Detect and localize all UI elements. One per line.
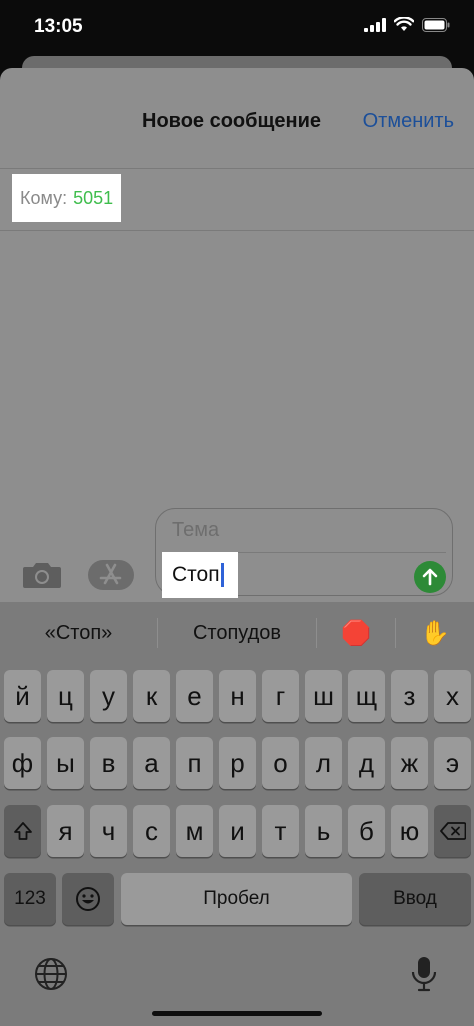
suggestion-bar: «Стоп» Стопудов 🛑 ✋	[0, 602, 474, 664]
key[interactable]: ы	[47, 737, 84, 789]
key[interactable]: б	[348, 805, 385, 857]
key[interactable]: ч	[90, 805, 127, 857]
emoji-icon	[76, 887, 100, 911]
key[interactable]: с	[133, 805, 170, 857]
home-indicator	[152, 1011, 322, 1016]
key[interactable]: х	[434, 670, 471, 722]
return-key[interactable]: Ввод	[359, 873, 471, 925]
suggestion-item[interactable]: Стопудов	[158, 602, 316, 664]
key[interactable]: о	[262, 737, 299, 789]
divider	[0, 230, 474, 231]
key[interactable]: ж	[391, 737, 428, 789]
key[interactable]: у	[90, 670, 127, 722]
key[interactable]: ф	[4, 737, 41, 789]
recipient-field[interactable]: Кому: 5051	[12, 174, 122, 222]
key[interactable]: е	[176, 670, 213, 722]
keyboard: «Стоп» Стопудов 🛑 ✋ й ц у к е н г ш щ з …	[0, 602, 474, 1026]
dictation-button[interactable]	[411, 955, 437, 998]
recipient-label: Кому:	[20, 187, 68, 208]
status-bar: 13:05	[0, 0, 474, 56]
camera-icon	[23, 563, 61, 588]
key[interactable]: л	[305, 737, 342, 789]
key[interactable]: э	[434, 737, 471, 789]
status-time: 13:05	[34, 16, 83, 37]
camera-button[interactable]	[22, 560, 62, 595]
globe-button[interactable]	[34, 957, 68, 996]
subject-field[interactable]: Тема	[172, 519, 219, 542]
message-text: Стоп	[172, 563, 220, 586]
globe-icon	[35, 958, 67, 990]
key[interactable]: а	[133, 737, 170, 789]
key[interactable]: г	[262, 670, 299, 722]
key[interactable]: н	[219, 670, 256, 722]
shift-icon	[13, 822, 32, 840]
space-key[interactable]: Пробел	[121, 873, 352, 925]
suggestion-item[interactable]: 🛑	[317, 602, 395, 664]
app-store-button[interactable]	[88, 560, 134, 590]
key[interactable]: п	[176, 737, 213, 789]
page-title: Новое сообщение	[142, 110, 321, 132]
key[interactable]: т	[262, 805, 299, 857]
divider	[0, 168, 474, 169]
microphone-icon	[411, 957, 437, 992]
key[interactable]: я	[47, 805, 84, 857]
key[interactable]: и	[219, 805, 256, 857]
delete-icon	[439, 822, 466, 840]
cancel-button[interactable]: Отменить	[363, 110, 454, 133]
emoji-key[interactable]	[62, 873, 114, 925]
key[interactable]: ь	[305, 805, 342, 857]
suggestion-item[interactable]: ✋	[396, 602, 474, 664]
key[interactable]: щ	[348, 670, 385, 722]
key[interactable]: д	[348, 737, 385, 789]
key[interactable]: к	[133, 670, 170, 722]
text-cursor	[220, 563, 224, 587]
key[interactable]: й	[4, 670, 41, 722]
recipient-value[interactable]: 5051	[73, 188, 113, 209]
key[interactable]: р	[219, 737, 256, 789]
send-button[interactable]	[414, 561, 446, 593]
numbers-key[interactable]: 123	[4, 873, 56, 925]
status-icons	[364, 17, 450, 32]
wifi-icon	[394, 17, 414, 31]
message-input[interactable]: Стоп	[162, 552, 238, 598]
suggestion-item[interactable]: «Стоп»	[0, 602, 157, 664]
key[interactable]: ш	[305, 670, 342, 722]
key[interactable]: ц	[47, 670, 84, 722]
key[interactable]: з	[391, 670, 428, 722]
key[interactable]: м	[176, 805, 213, 857]
compose-area[interactable]: Тема Стоп	[155, 508, 453, 598]
shift-key[interactable]	[4, 805, 41, 857]
signal-icon	[364, 17, 386, 32]
send-arrow-icon	[422, 568, 438, 586]
key[interactable]: в	[90, 737, 127, 789]
app-store-icon	[99, 563, 122, 585]
battery-icon	[422, 17, 450, 32]
key[interactable]: ю	[391, 805, 428, 857]
delete-key[interactable]	[434, 805, 471, 857]
